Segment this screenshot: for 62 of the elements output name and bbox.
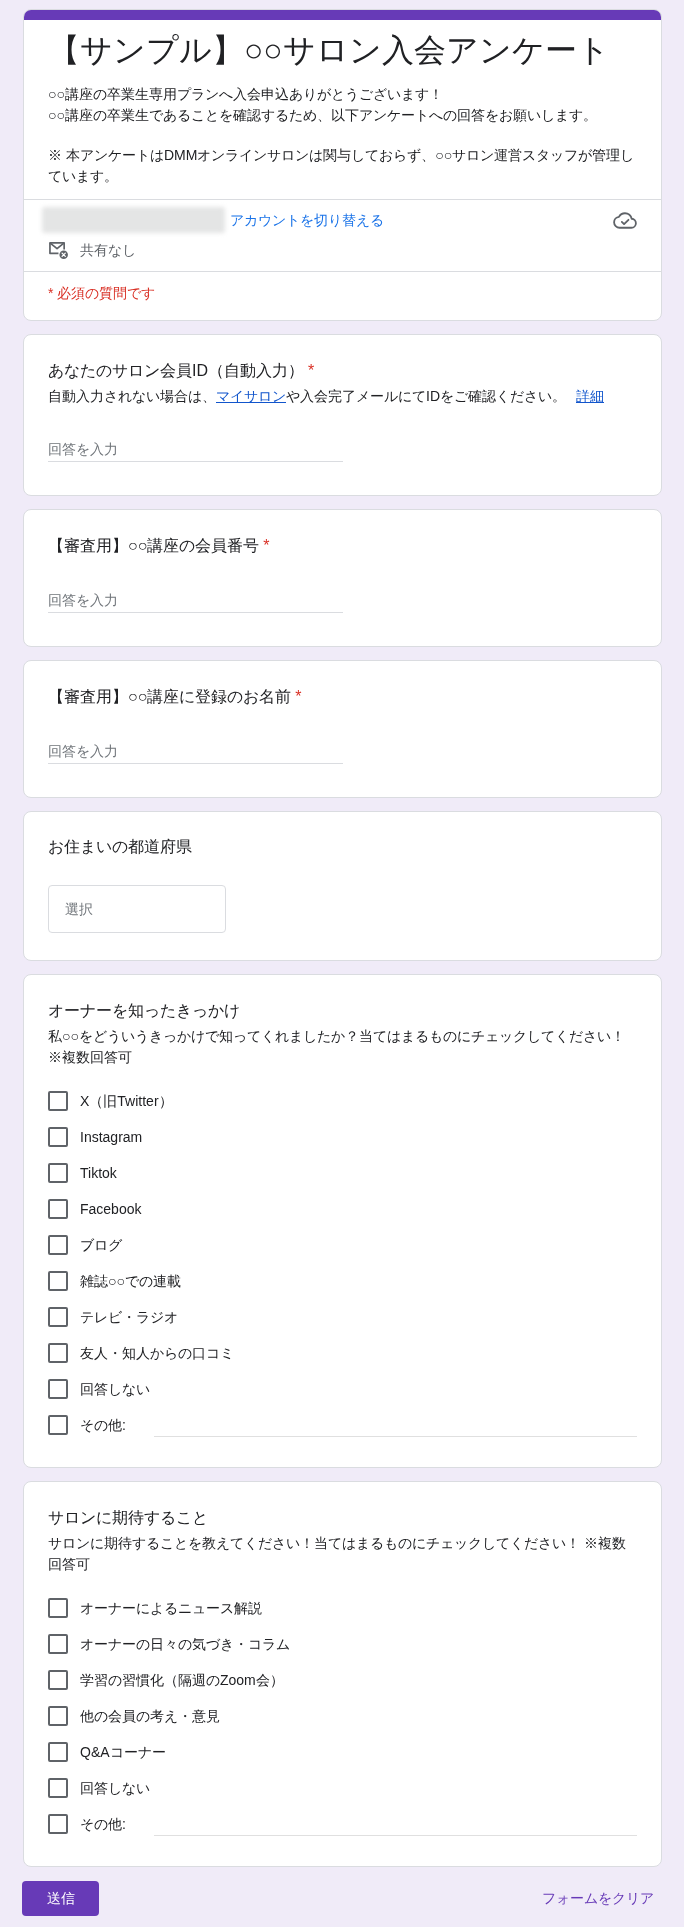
question-description: 私○○をどういうきっかけで知ってくれましたか？当てはまるものにチェックしてください！ ※複数回答可 [48, 1027, 626, 1067]
checkbox[interactable] [48, 1706, 68, 1726]
clear-form-button[interactable]: フォームをクリア [542, 1888, 654, 1909]
option-label: Facebook [80, 1200, 142, 1219]
option-label: 回答しない [80, 1380, 150, 1399]
answer-input[interactable]: 回答を入力 [48, 739, 343, 764]
answer-input[interactable]: 回答を入力 [48, 437, 343, 462]
checkbox[interactable] [48, 1670, 68, 1690]
checkbox[interactable] [48, 1199, 68, 1219]
form-title: 【サンプル】○○サロン入会アンケート [48, 31, 611, 70]
required-mark: * [263, 536, 270, 556]
checkbox[interactable] [48, 1235, 68, 1255]
option-label: ブログ [80, 1236, 122, 1255]
question-title: 【審査用】○○講座に登録のお名前 [48, 687, 292, 707]
checkbox[interactable] [48, 1091, 68, 1111]
option-label: テレビ・ラジオ [80, 1308, 178, 1327]
required-note: * 必須の質問です [48, 284, 157, 303]
checkbox[interactable] [48, 1343, 68, 1363]
form-description: ※ 本アンケートはDMMオンラインサロンは関与しておらず、○○サロン運営スタッフが管理しています。 [48, 146, 636, 186]
question-title: オーナーを知ったきっかけ [48, 1001, 240, 1021]
checkbox[interactable] [48, 1415, 68, 1435]
question-title: 【審査用】○○講座の会員番号 [48, 536, 260, 556]
option-label: Q&Aコーナー [80, 1743, 166, 1762]
checkbox[interactable] [48, 1127, 68, 1147]
option-label: オーナーによるニュース解説 [80, 1599, 262, 1618]
required-mark: * [295, 687, 302, 707]
switch-account-link[interactable]: アカウントを切り替える [230, 210, 384, 230]
checkbox[interactable] [48, 1307, 68, 1327]
required-mark: * [308, 361, 315, 381]
link[interactable]: 詳細 [576, 388, 604, 404]
checkbox[interactable] [48, 1742, 68, 1762]
checkbox[interactable] [48, 1598, 68, 1618]
checkbox[interactable] [48, 1379, 68, 1399]
form-description: ○○講座の卒業生専用プランへ入会申込ありがとうございます！ ○○講座の卒業生であることを確認するため、以下アンケートへの回答をお願いします。 [48, 85, 598, 125]
checkbox[interactable] [48, 1163, 68, 1183]
question-description: サロンに期待することを教えてください！当てはまるものにチェックしてください！ ※複数回答可 [48, 1534, 627, 1574]
option-label: 他の会員の考え・意見 [80, 1707, 220, 1726]
sharing-status: 共有なし [80, 241, 136, 260]
option-label: Tiktok [80, 1164, 117, 1183]
option-label: 学習の習慣化（隔週のZoom会） [80, 1671, 284, 1690]
option-label: オーナーの日々の気づき・コラム [80, 1635, 290, 1654]
submit-button[interactable]: 送信 [22, 1881, 99, 1916]
option-label: Instagram [80, 1128, 143, 1147]
question-title: お住まいの都道府県 [48, 837, 192, 857]
option-label: その他: [80, 1815, 126, 1834]
option-label: 回答しない [80, 1779, 150, 1798]
question-title: あなたのサロン会員ID（自動入力） [48, 361, 304, 381]
checkbox[interactable] [48, 1814, 68, 1834]
mail-x-icon [48, 241, 68, 259]
checkbox[interactable] [48, 1634, 68, 1654]
dropdown-select[interactable]: 選択 [48, 885, 226, 933]
link[interactable]: マイサロン [216, 388, 286, 404]
option-label: 友人・知人からの口コミ [80, 1344, 234, 1363]
checkbox[interactable] [48, 1778, 68, 1798]
answer-input[interactable]: 回答を入力 [48, 588, 343, 613]
question-description: 自動入力されない場合は、マイサロンや入会完了メールにてIDをご確認ください。 詳細 [48, 387, 605, 406]
option-label: 雑誌○○での連載 [80, 1272, 181, 1291]
question-title: サロンに期待すること [48, 1508, 208, 1528]
checkbox[interactable] [48, 1271, 68, 1291]
option-label: その他: [80, 1416, 126, 1435]
cloud-check-icon [613, 211, 637, 229]
option-label: X（旧Twitter） [80, 1092, 173, 1111]
